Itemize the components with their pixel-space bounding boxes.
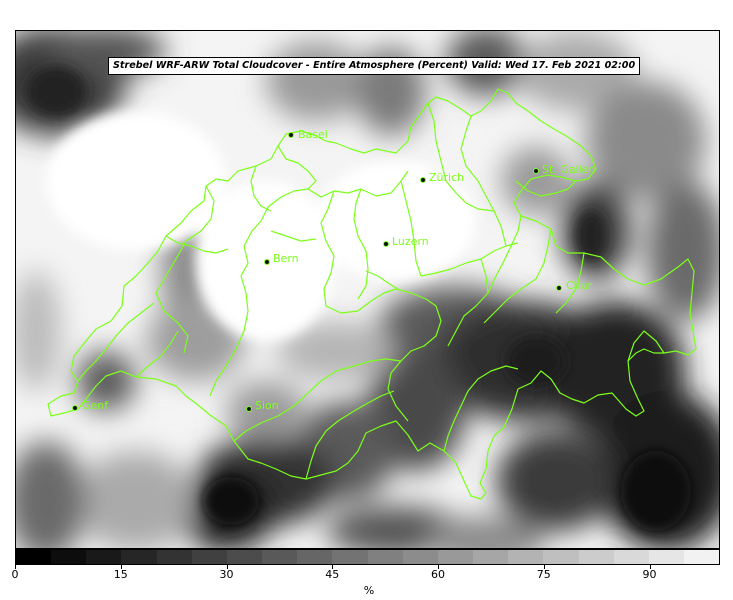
colorbar-segment (613, 550, 649, 564)
colorbar-segment (437, 550, 474, 564)
colorbar-segment (578, 550, 614, 564)
map-title: Strebel WRF-ARW Total Cloudcover - Entir… (108, 57, 641, 75)
cloud-shading (16, 31, 719, 548)
svg-text:St. Gallen: St. Gallen (542, 163, 595, 176)
colorbar-segment (121, 550, 157, 564)
colorbar-segment (508, 550, 544, 564)
colorbar-tick-label: 15 (113, 568, 128, 581)
colorbar-unit: % (363, 584, 375, 597)
colorbar-segment (262, 550, 298, 564)
colorbar-segment (473, 550, 509, 564)
cloudcover-map: Basel Zürich St. Gallen Luzern Bern Chur (15, 30, 720, 549)
colorbar-tick-label: 75 (536, 568, 551, 581)
svg-text:Bern: Bern (273, 252, 299, 265)
colorbar (15, 549, 720, 565)
colorbar-segment (332, 550, 368, 564)
colorbar-tick-label: 45 (325, 568, 340, 581)
svg-text:Genf: Genf (82, 399, 109, 412)
map-canvas: Basel Zürich St. Gallen Luzern Bern Chur (16, 31, 719, 548)
colorbar-tick-label: 60 (431, 568, 445, 581)
colorbar-segment (683, 550, 720, 564)
colorbar-segment (402, 550, 438, 564)
colorbar-tick-label: 90 (642, 568, 657, 581)
svg-text:Sion: Sion (255, 399, 279, 412)
svg-text:Basel: Basel (298, 128, 328, 141)
city-st-gallen: St. Gallen (533, 163, 595, 176)
colorbar-tick-label: 30 (219, 568, 234, 581)
svg-text:Luzern: Luzern (392, 235, 429, 248)
svg-text:Chur: Chur (566, 279, 593, 292)
colorbar-segment (156, 550, 192, 564)
colorbar-segment (226, 550, 263, 564)
svg-text:Zürich: Zürich (429, 171, 464, 184)
colorbar-segment (648, 550, 684, 564)
colorbar-segment (297, 550, 333, 564)
colorbar-tick-label: 0 (11, 568, 19, 581)
colorbar-segment (543, 550, 579, 564)
colorbar-segment (191, 550, 227, 564)
colorbar-segment (86, 550, 122, 564)
colorbar-segment (51, 550, 87, 564)
colorbar-segment (367, 550, 403, 564)
colorbar-segment (16, 550, 52, 564)
